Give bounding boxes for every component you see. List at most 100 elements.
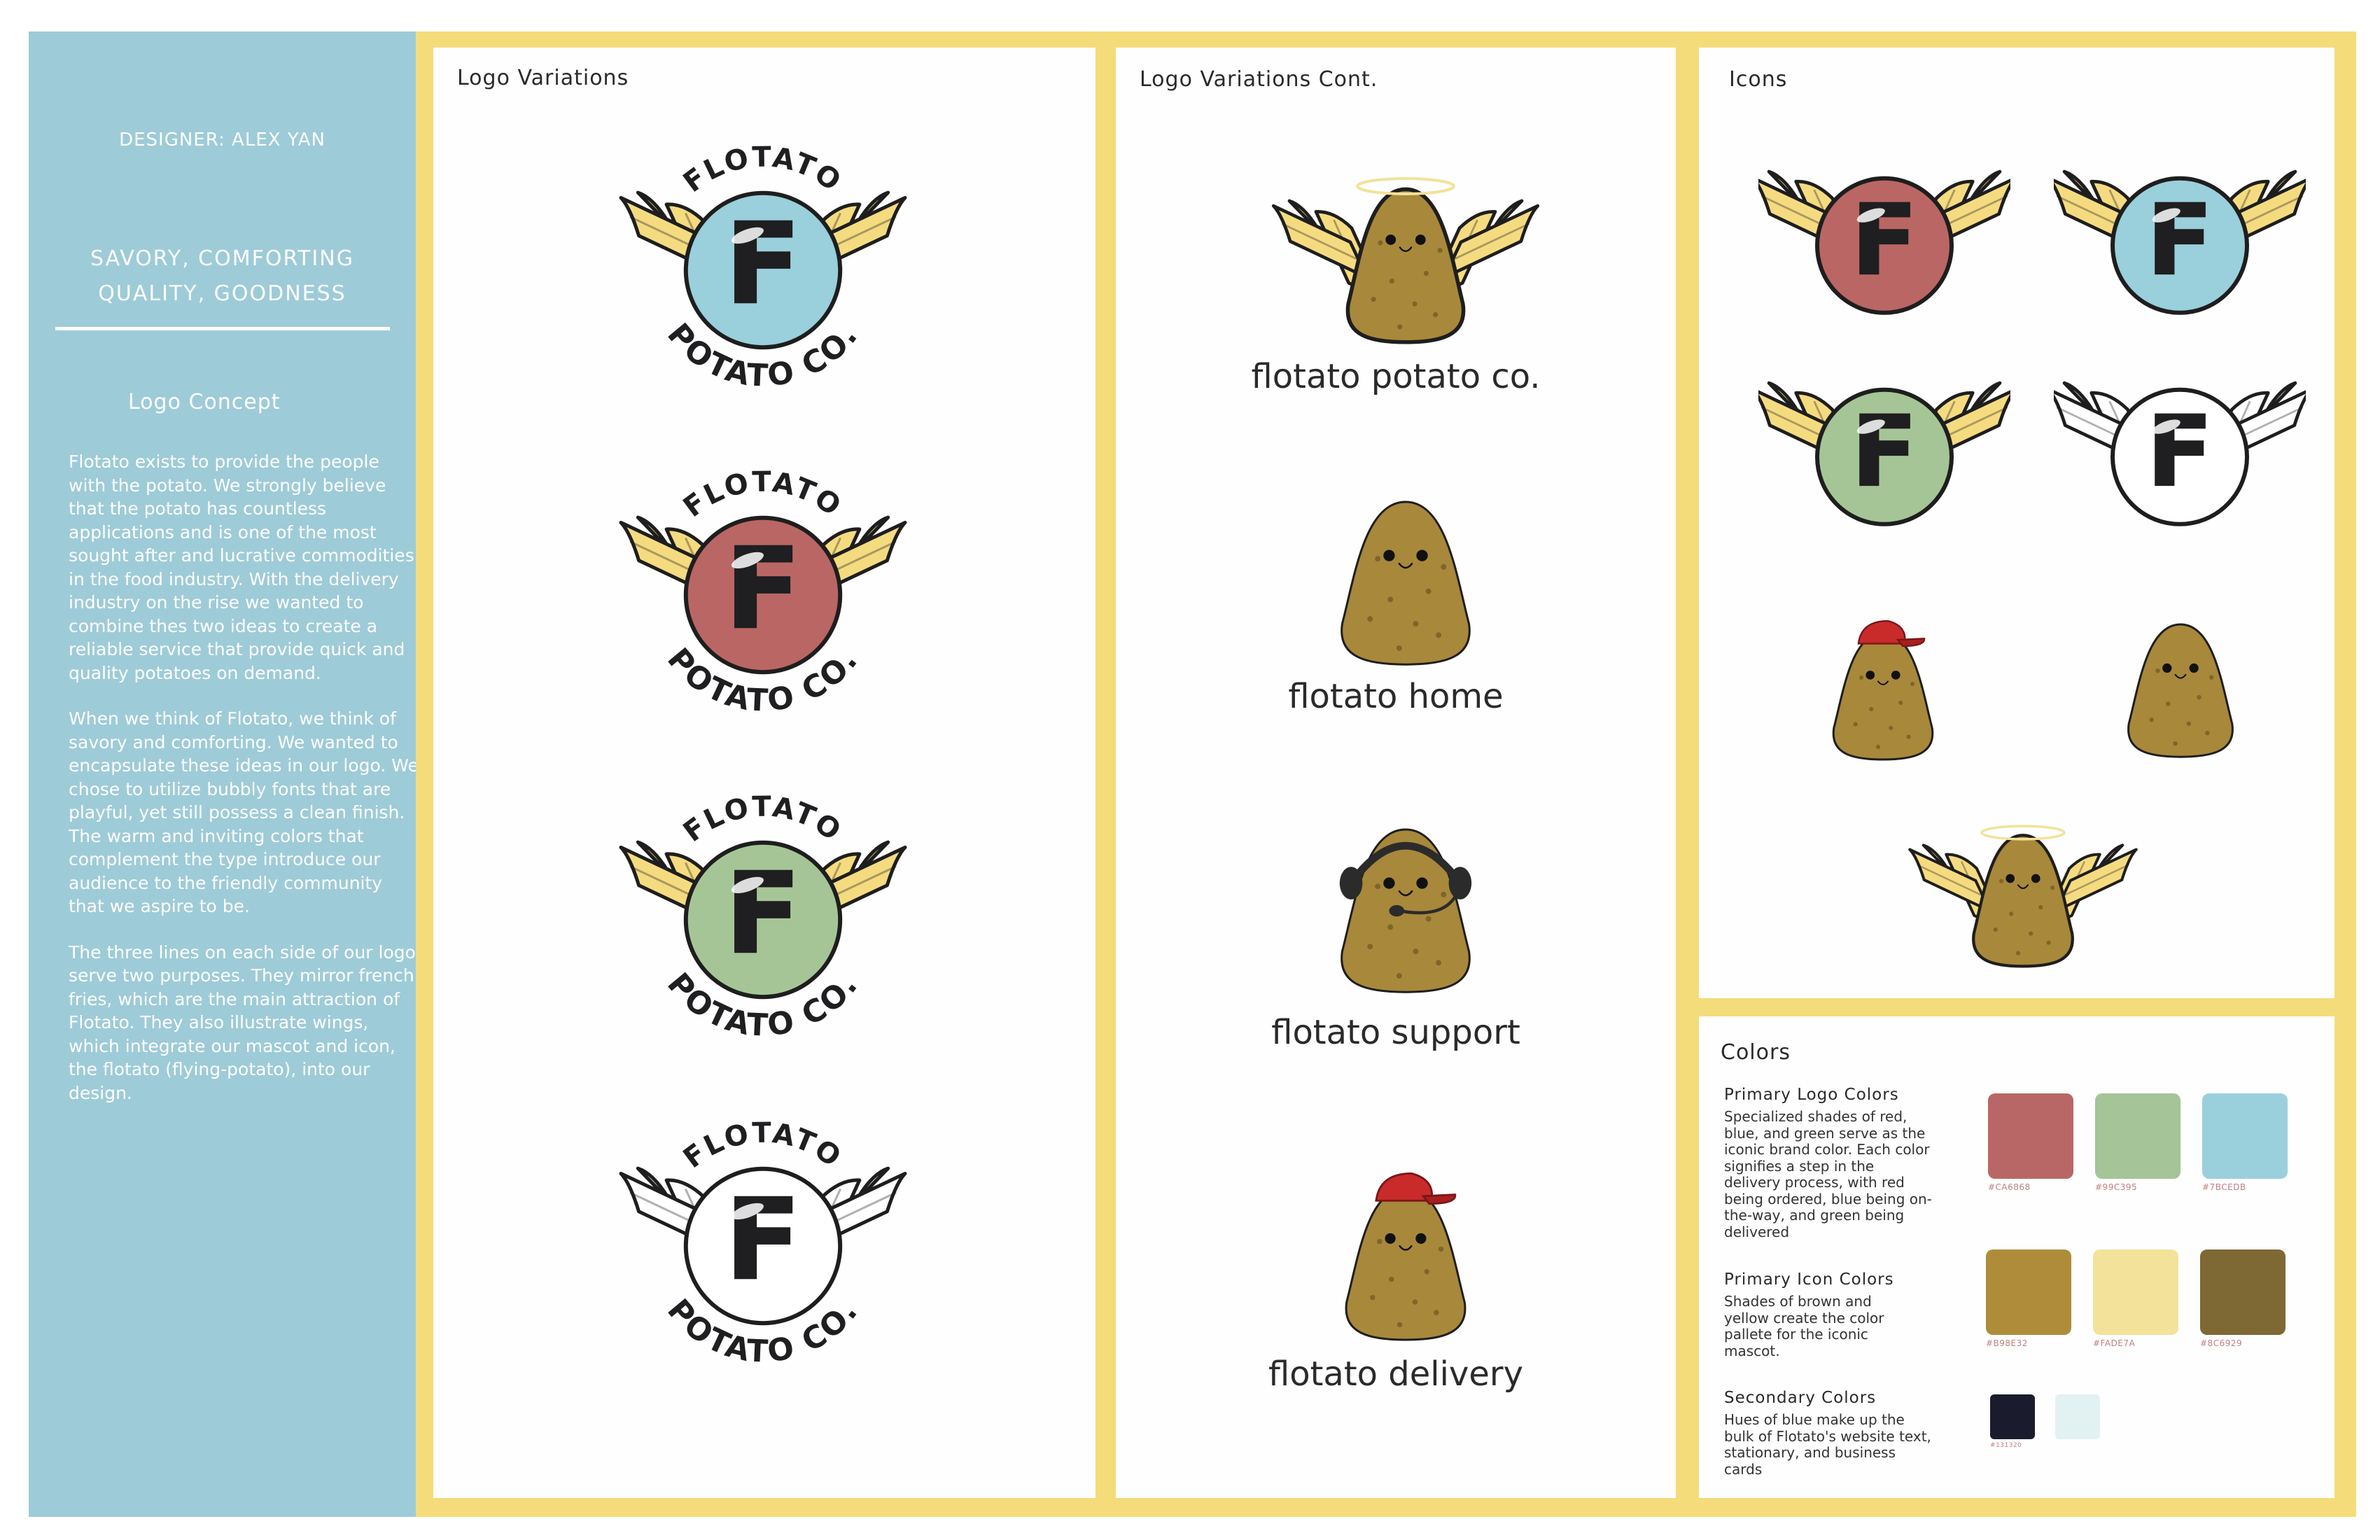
potato-spot	[1370, 1294, 1376, 1301]
potato-body	[1340, 500, 1471, 666]
potato-spot	[1889, 725, 1893, 731]
logo-green: F FLOTATO POTATO CO.	[595, 787, 931, 1053]
potato-body	[2127, 623, 2234, 758]
icon-blue: F	[2046, 158, 2314, 326]
concept-paragraph: When we think of Flotato, we think of sa…	[69, 708, 419, 916]
potato-spot	[1397, 324, 1403, 330]
swatch-blue	[2202, 1093, 2288, 1179]
potato-spot	[1425, 588, 1432, 594]
swatch-navy	[1990, 1394, 2035, 1439]
potato-spot	[1367, 616, 1373, 622]
icon-mascot-plain	[2114, 609, 2247, 763]
potato-body	[1832, 632, 1934, 761]
logo-top-text: FLOTATO	[678, 466, 848, 524]
right-eye	[2189, 663, 2199, 673]
logo-white: F FLOTATO POTATO CO.	[595, 1113, 931, 1379]
logo-letter-f: F	[2146, 183, 2213, 297]
potato-spot	[2015, 951, 2021, 955]
potato-spot	[2186, 721, 2192, 727]
headset-ear-right	[1448, 867, 1472, 899]
potato-spot	[1437, 248, 1443, 253]
logo-letter-f: F	[1851, 183, 1917, 297]
icon-green: F	[1751, 370, 2018, 538]
icon-mascot-halo-wings	[1904, 805, 2142, 973]
swatch-hex: #CA6868	[1988, 1182, 2031, 1192]
swatch-hex: #131320	[1990, 1442, 2022, 1449]
potato-spot	[1999, 878, 2004, 883]
potato-spot	[1441, 564, 1447, 570]
potato-spot	[1993, 927, 1998, 932]
mascot-svg	[1908, 825, 2138, 968]
swatch-red	[1988, 1093, 2073, 1179]
icon-red: F	[1751, 158, 2018, 326]
left-eye	[1383, 550, 1395, 561]
mascot-svg	[1340, 500, 1471, 666]
tagline-line-1: SAVORY, COMFORTING	[90, 246, 354, 271]
right-eye	[1891, 671, 1900, 680]
swatch-cream	[2093, 1250, 2178, 1335]
concept-paragraph: The three lines on each side of our logo…	[69, 941, 416, 1103]
swatch-hex: #7BCEDB	[2202, 1182, 2246, 1192]
logo-svg: F	[1751, 169, 2018, 315]
potato-body	[1972, 834, 2074, 968]
potato-spot	[2205, 730, 2210, 736]
potato-spot	[1371, 297, 1376, 302]
potato-spot	[2050, 885, 2055, 890]
swatch-hex: #FADE7A	[2093, 1338, 2136, 1348]
potato-spot	[1436, 632, 1442, 638]
right-eye	[2031, 874, 2040, 883]
logo-red: F FLOTATO POTATO CO.	[595, 462, 931, 728]
panel-title: Colors	[1721, 1040, 1791, 1065]
potato-spot	[1412, 1299, 1418, 1305]
swatch-hex: #99C395	[2095, 1182, 2138, 1192]
potato-spot	[2038, 905, 2043, 910]
potato-spot	[1869, 706, 1874, 712]
potato-body	[1345, 1187, 1466, 1341]
potato-spot	[1875, 744, 1881, 750]
primary-icon-colors-title: Primary Icon Colors	[1724, 1270, 1894, 1289]
logo-svg: FFLOTATOPOTATO CO.	[619, 466, 907, 719]
logo-top-text: FLOTATO	[678, 791, 848, 849]
mascot-svg	[2127, 623, 2234, 758]
left-eye	[1385, 234, 1396, 245]
potato-spot	[1423, 270, 1429, 276]
icon-mascot-cap	[1813, 588, 1953, 763]
potato-spot	[1859, 675, 1864, 680]
swatch-hex: #B98E32	[1986, 1338, 2028, 1348]
mascot-svg	[1345, 1172, 1466, 1341]
left-eye	[2162, 663, 2172, 673]
sidebar: DESIGNER: ALEX YAN SAVORY, COMFORTING QU…	[29, 31, 419, 1517]
mascot-support	[1322, 811, 1490, 1000]
mascot-caption: flotato support	[1271, 1013, 1520, 1052]
logo-letter-f: F	[2146, 395, 2213, 508]
primary-logo-colors-title: Primary Logo Colors	[1724, 1086, 1899, 1104]
potato-spot	[1396, 972, 1402, 979]
logo-letter-f: F	[724, 524, 801, 654]
logo-top-text: FLOTATO	[678, 1117, 848, 1175]
left-eye	[1383, 877, 1395, 889]
potato-spot	[1375, 883, 1381, 890]
mascot-halo-wings	[1252, 154, 1560, 350]
headset-ear-left	[1339, 867, 1363, 899]
sidebar-divider	[55, 327, 390, 330]
cap-brim	[1421, 1194, 1457, 1205]
mascot-caption: flotato potato co.	[1251, 357, 1541, 396]
potato-spot	[1853, 722, 1858, 727]
potato-spot	[1906, 734, 1911, 739]
left-eye	[1865, 671, 1875, 680]
potato-spot	[2173, 741, 2178, 746]
potato-spot	[1389, 1276, 1394, 1282]
potato-spot	[1389, 278, 1394, 284]
potato-spot	[1396, 645, 1402, 651]
logo-concept-title: Logo Concept	[128, 390, 281, 414]
potato-spot	[2197, 694, 2202, 700]
right-eye	[1416, 877, 1428, 889]
logo-svg: FFLOTATOPOTATO CO.	[619, 791, 907, 1044]
swatch-green	[2095, 1093, 2180, 1179]
tagline: SAVORY, COMFORTING QUALITY, GOODNESS	[29, 241, 416, 312]
panel-title: Logo Variations Cont.	[1140, 67, 1378, 92]
potato-spot	[2155, 668, 2160, 673]
panel-title: Logo Variations	[457, 66, 629, 90]
right-eye	[1415, 1233, 1427, 1244]
logo-svg: FFLOTATOPOTATO CO.	[619, 1117, 907, 1370]
